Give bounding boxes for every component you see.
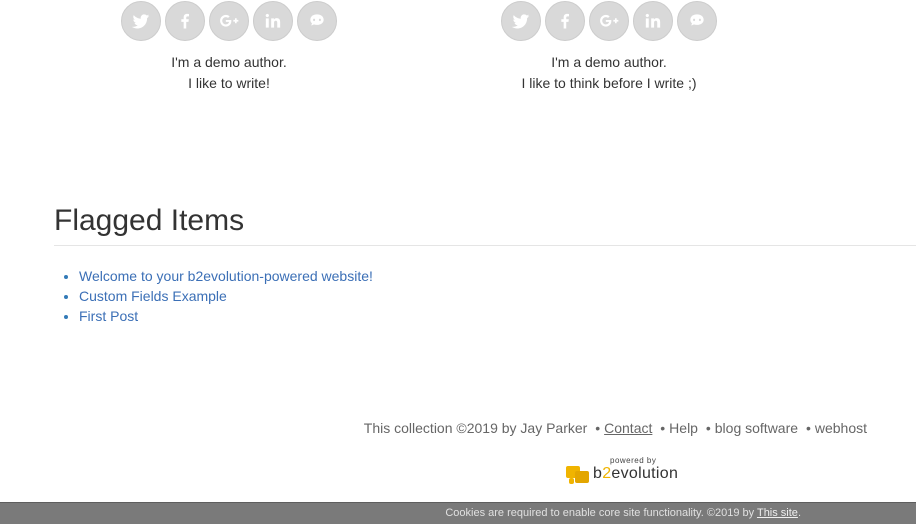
linkedin-icon[interactable] <box>253 1 293 41</box>
bottom-strip <box>0 524 916 528</box>
list-item: Welcome to your b2evolution-powered webs… <box>79 266 916 286</box>
flagged-items-title: Flagged Items <box>54 201 916 246</box>
list-item: First Post <box>79 306 916 326</box>
brand-name: b2evolution <box>593 465 678 483</box>
brand-b: b <box>593 465 603 482</box>
linkedin-icon[interactable] <box>633 1 673 41</box>
contact-link[interactable]: Contact <box>604 420 652 436</box>
google-plus-icon[interactable] <box>209 1 249 41</box>
webhost-link[interactable]: webhost <box>815 420 867 436</box>
twitter-icon[interactable] <box>121 1 161 41</box>
b2evolution-logo-icon <box>566 462 590 484</box>
github-icon[interactable] <box>297 1 337 41</box>
brand-evolution: evolution <box>611 465 679 482</box>
cookie-notice-bar: Cookies are required to enable core site… <box>0 502 916 524</box>
google-plus-icon[interactable] <box>589 1 629 41</box>
facebook-icon[interactable] <box>545 1 585 41</box>
flagged-item-link[interactable]: Custom Fields Example <box>79 288 227 304</box>
author-bio-line-1: I'm a demo author. <box>551 54 667 70</box>
social-links-1 <box>109 0 349 41</box>
separator: • <box>595 420 601 436</box>
twitter-icon[interactable] <box>501 1 541 41</box>
footer-credits: This collection ©2019 by Jay Parker • Con… <box>0 419 916 437</box>
cookie-notice-text: Cookies are required to enable core site… <box>445 507 755 519</box>
social-links-2 <box>489 0 729 41</box>
collection-copyright: This collection ©2019 by Jay Parker <box>363 420 588 436</box>
flagged-item-link[interactable]: First Post <box>79 308 138 324</box>
powered-by-label: powered by <box>610 456 657 465</box>
cookie-notice-end: . <box>797 507 801 519</box>
blog-software-link[interactable]: blog software <box>715 420 798 436</box>
separator: • <box>660 420 666 436</box>
separator: • <box>805 420 811 436</box>
facebook-icon[interactable] <box>165 1 205 41</box>
github-icon[interactable] <box>677 1 717 41</box>
powered-by-b2evolution-logo[interactable]: powered by b2evolution <box>566 456 686 484</box>
flagged-item-link[interactable]: Welcome to your b2evolution-powered webs… <box>79 268 373 284</box>
author-bio-line-2: I like to write! <box>188 75 270 91</box>
separator: • <box>705 420 711 436</box>
list-item: Custom Fields Example <box>79 286 916 306</box>
page: I'm a demo author. I like to write! I'm … <box>0 0 916 528</box>
flagged-items-widget: Flagged Items Welcome to your b2evolutio… <box>54 201 916 326</box>
author-bio-line-1: I'm a demo author. <box>171 54 287 70</box>
help-link[interactable]: Help <box>669 420 698 436</box>
this-site-link[interactable]: This site <box>757 507 798 519</box>
author-card-1: I'm a demo author. I like to write! <box>109 0 349 94</box>
flagged-items-list: Welcome to your b2evolution-powered webs… <box>54 266 916 326</box>
author-card-2: I'm a demo author. I like to think befor… <box>489 0 729 94</box>
author-bio-line-2: I like to think before I write ;) <box>521 75 697 91</box>
